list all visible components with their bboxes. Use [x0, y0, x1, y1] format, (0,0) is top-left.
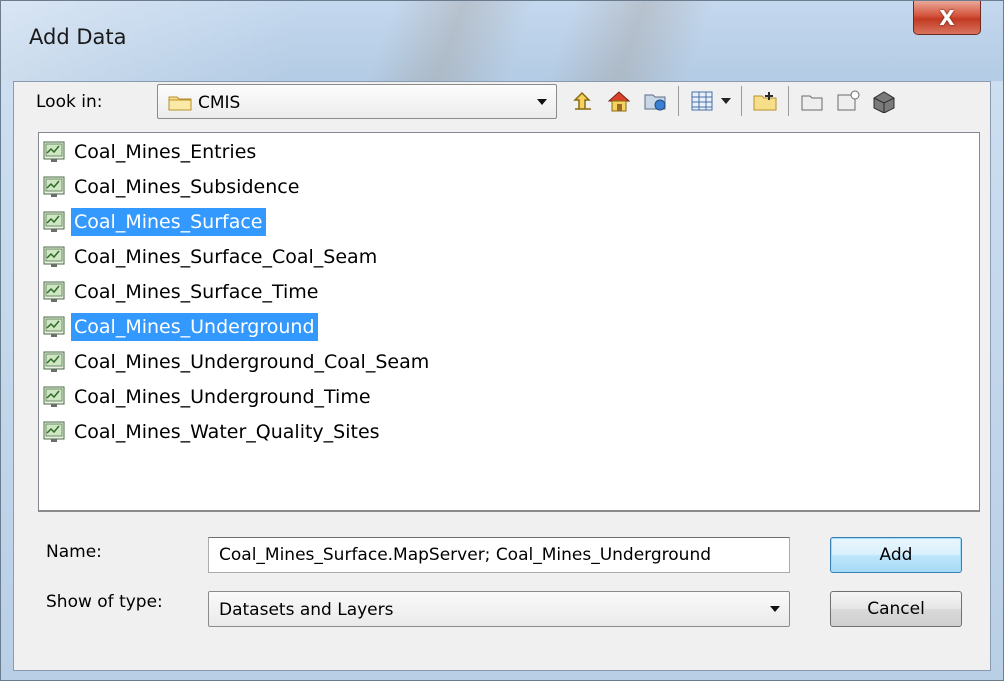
file-list-item[interactable]: Coal_Mines_Underground	[43, 312, 318, 342]
map-service-icon	[43, 141, 65, 163]
folder-icon	[168, 96, 192, 111]
file-list-item[interactable]: Coal_Mines_Surface	[43, 207, 266, 237]
home-icon	[607, 91, 631, 112]
title-bar[interactable]: Add Data X	[1, 1, 1003, 81]
view-details-button[interactable]	[687, 86, 717, 116]
toolbar-separator	[741, 86, 742, 116]
close-button[interactable]: X	[913, 1, 981, 35]
file-list-item[interactable]: Coal_Mines_Surface_Coal_Seam	[43, 242, 380, 272]
file-list-item-label: Coal_Mines_Surface	[71, 208, 266, 236]
view-dropdown-button[interactable]	[719, 86, 733, 116]
view-dropdown-icon	[721, 98, 731, 104]
new-folder-icon	[753, 92, 777, 111]
show-of-type-dropdown[interactable]: Datasets and Layers	[208, 591, 790, 627]
toolbar	[568, 85, 905, 117]
new-database-icon	[837, 90, 860, 111]
file-list[interactable]: Coal_Mines_Entries Coal_Mines_Subsidence C…	[38, 132, 980, 512]
chevron-down-icon	[770, 606, 780, 612]
up-one-level-button[interactable]	[568, 86, 598, 116]
file-list-item[interactable]: Coal_Mines_Water_Quality_Sites	[43, 417, 383, 447]
map-service-icon	[43, 281, 65, 303]
file-list-item-label: Coal_Mines_Underground	[71, 313, 318, 341]
file-list-item[interactable]: Coal_Mines_Surface_Time	[43, 277, 322, 307]
map-service-icon	[43, 211, 65, 233]
map-service-icon	[43, 316, 65, 338]
show-of-type-label: Show of type:	[46, 592, 163, 612]
new-item-icon	[801, 95, 823, 111]
file-list-item[interactable]: Coal_Mines_Entries	[43, 137, 259, 167]
file-list-item-label: Coal_Mines_Water_Quality_Sites	[74, 421, 380, 443]
file-list-item-label: Coal_Mines_Underground_Time	[74, 386, 371, 408]
up-one-level-icon	[573, 91, 591, 110]
add-button[interactable]: Add	[830, 537, 962, 573]
connect-folder-button[interactable]	[640, 86, 670, 116]
file-list-item-label: Coal_Mines_Underground_Coal_Seam	[74, 351, 430, 373]
name-input[interactable]: Coal_Mines_Surface.MapServer; Coal_Mines…	[208, 537, 790, 573]
home-button[interactable]	[604, 86, 634, 116]
toolbar-separator	[678, 86, 679, 116]
file-list-item-label: Coal_Mines_Surface_Coal_Seam	[74, 246, 378, 268]
look-in-value: CMIS	[198, 93, 241, 113]
new-database-button[interactable]	[833, 86, 863, 116]
file-list-item[interactable]: Coal_Mines_Underground_Coal_Seam	[43, 347, 432, 377]
cancel-button[interactable]: Cancel	[830, 591, 962, 627]
show-of-type-value: Datasets and Layers	[219, 600, 394, 620]
look-in-label: Look in:	[36, 92, 103, 112]
file-list-item-label: Coal_Mines_Entries	[74, 141, 257, 163]
look-in-dropdown[interactable]: CMIS	[157, 84, 557, 119]
connect-folder-icon	[644, 94, 666, 111]
new-server-button[interactable]	[869, 86, 899, 116]
close-icon: X	[939, 5, 955, 30]
dialog-title: Add Data	[29, 25, 127, 49]
map-service-icon	[43, 176, 65, 198]
new-folder-button[interactable]	[750, 86, 780, 116]
map-service-icon	[43, 246, 65, 268]
file-list-item[interactable]: Coal_Mines_Subsidence	[43, 172, 302, 202]
chevron-down-icon	[537, 98, 547, 105]
file-list-item-label: Coal_Mines_Subsidence	[74, 176, 300, 198]
file-list-item[interactable]: Coal_Mines_Underground_Time	[43, 382, 374, 412]
add-data-dialog: Add Data X Look in: CMIS Coal_Mines_Entr…	[0, 0, 1004, 681]
file-list-item-label: Coal_Mines_Surface_Time	[74, 281, 319, 303]
new-server-icon	[873, 91, 895, 113]
name-label: Name:	[46, 542, 102, 562]
toolbar-separator	[788, 86, 789, 116]
map-service-icon	[43, 386, 65, 408]
map-service-icon	[43, 351, 65, 373]
view-details-icon	[691, 91, 713, 111]
new-item-button[interactable]	[797, 86, 827, 116]
dialog-body: Look in: CMIS Coal_Mines_Entries Coal_Mi…	[13, 81, 991, 671]
map-service-icon	[43, 421, 65, 443]
